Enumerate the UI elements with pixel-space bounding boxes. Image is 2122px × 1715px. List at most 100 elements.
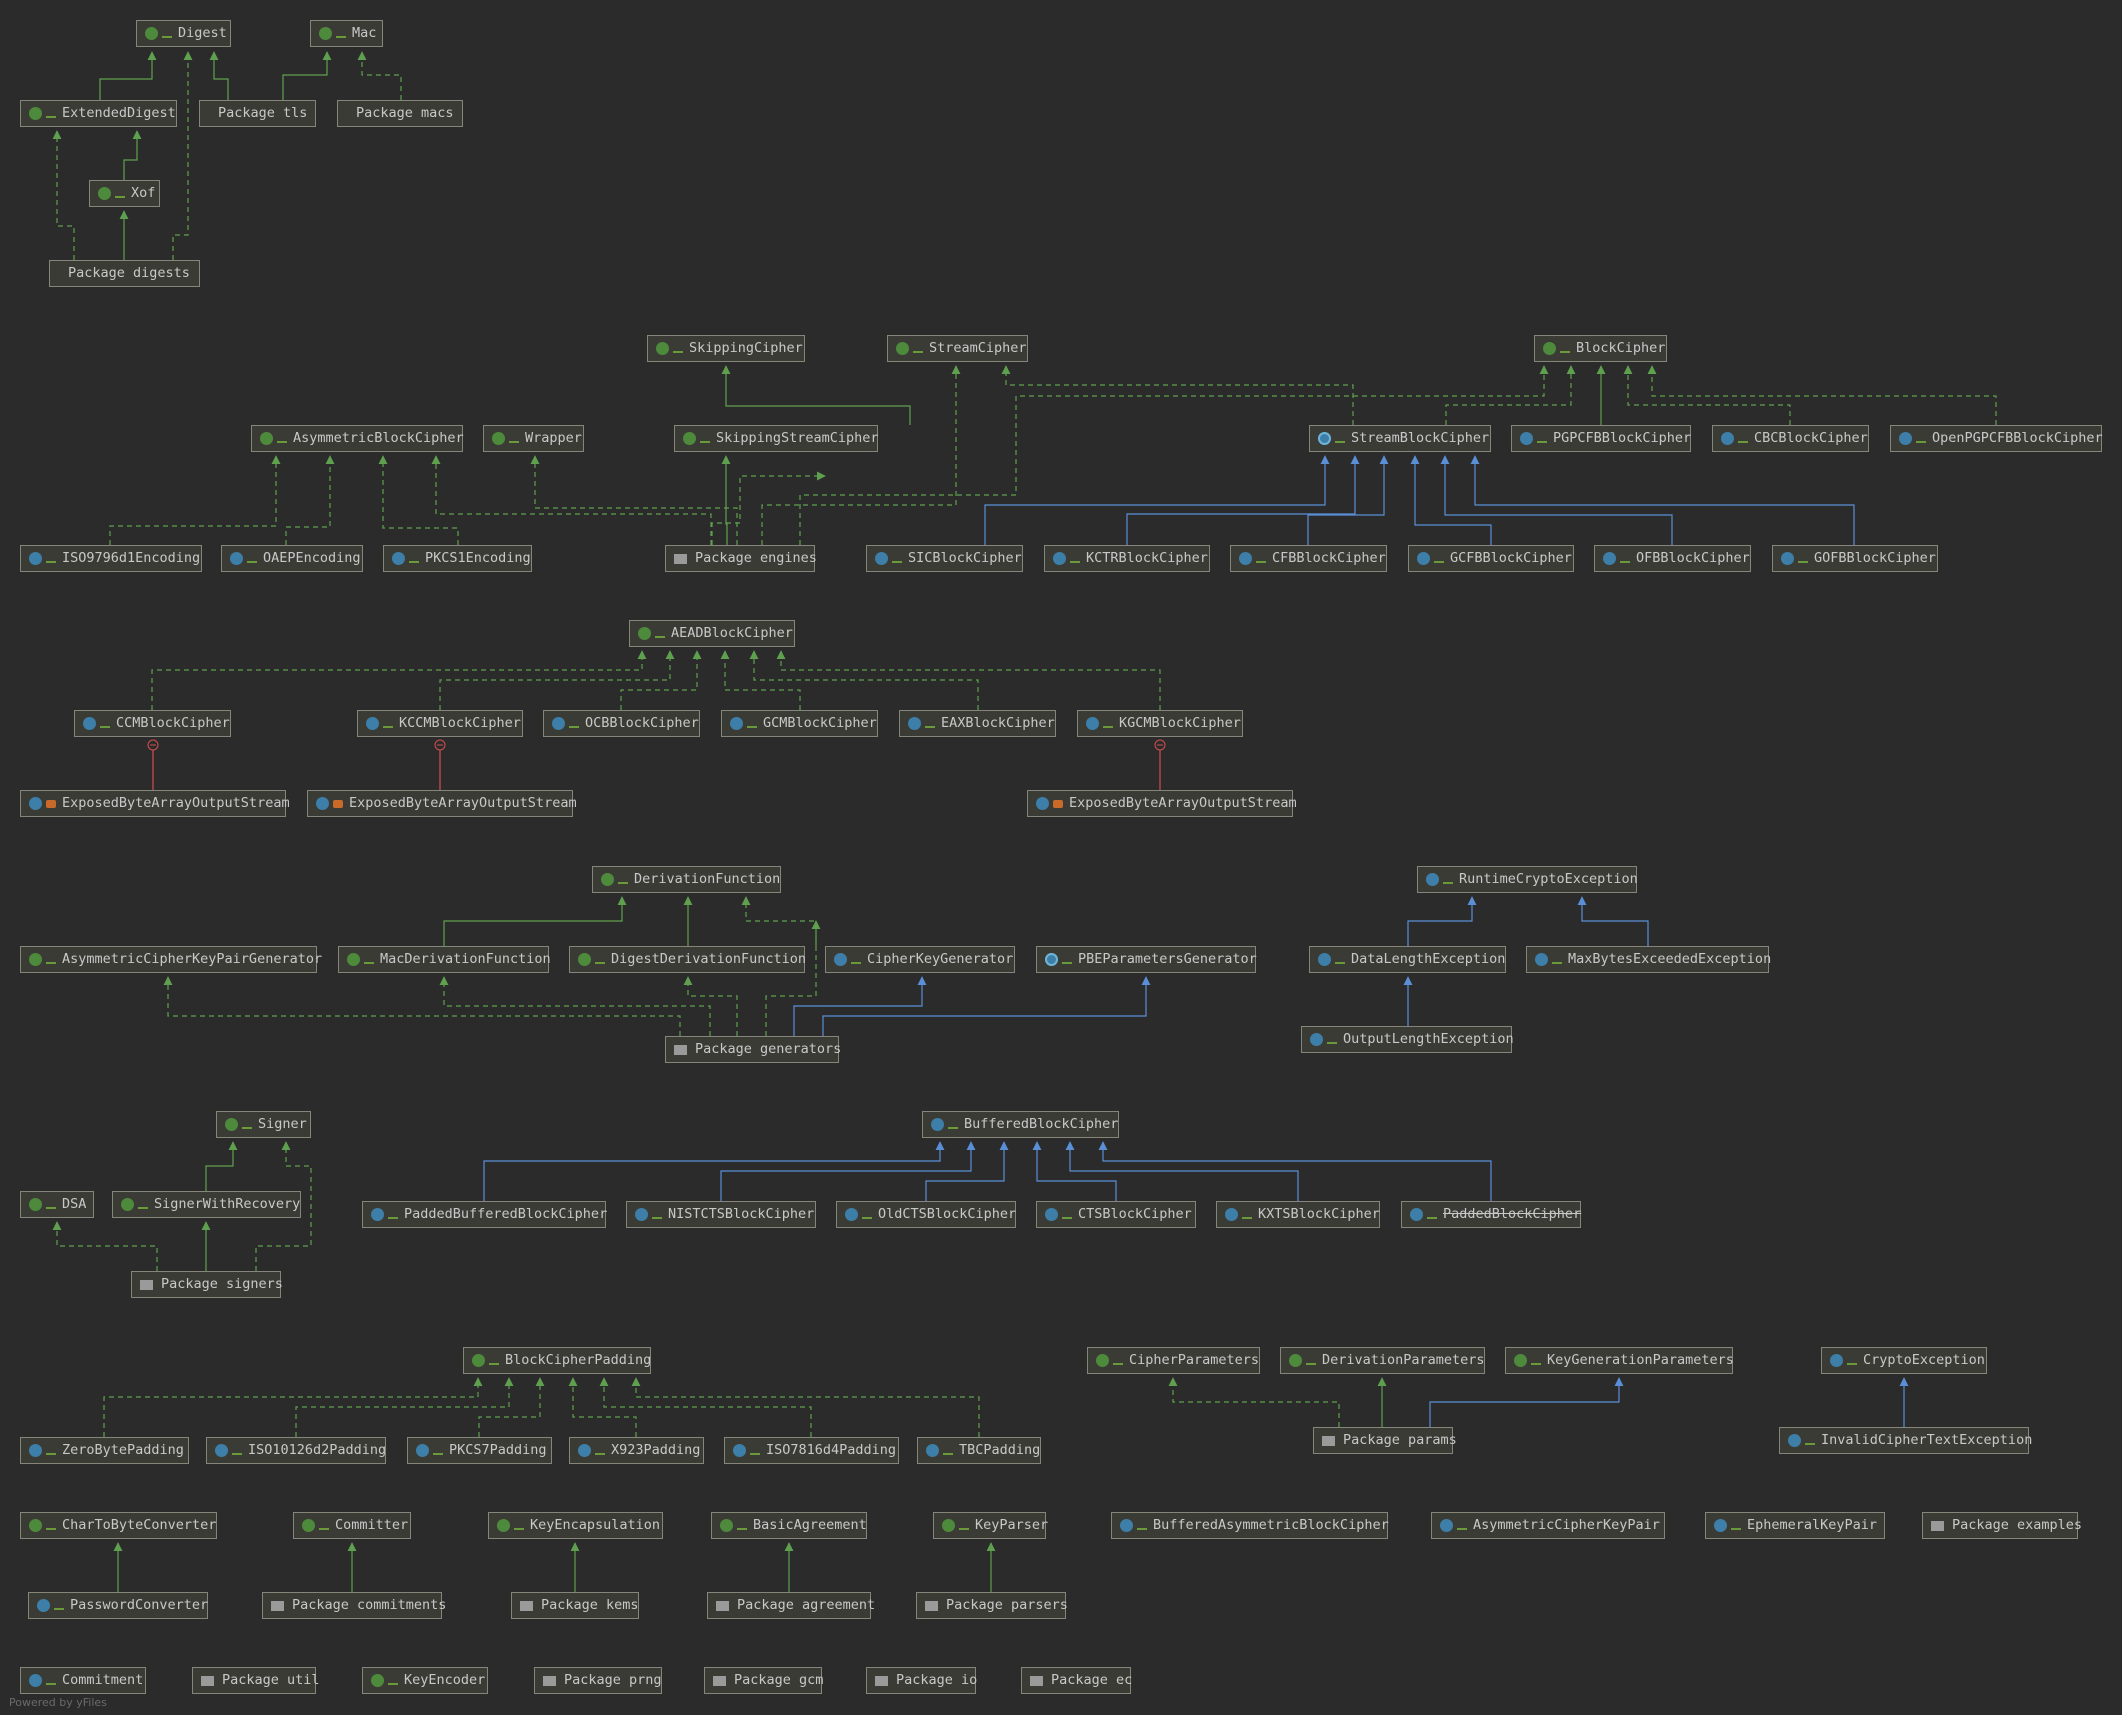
- node-eax-block-cipher[interactable]: EAXBlockCipher: [899, 710, 1056, 737]
- node-pkg-prng[interactable]: Package prng: [534, 1667, 662, 1694]
- node-crypto-exception[interactable]: CryptoException: [1821, 1347, 1987, 1374]
- node-data-length-exception[interactable]: DataLengthException: [1309, 946, 1506, 973]
- node-zero-byte-padding[interactable]: ZeroBytePadding: [20, 1437, 189, 1464]
- class-icon: [875, 552, 888, 565]
- node-mac-derivation-function[interactable]: MacDerivationFunction: [338, 946, 551, 973]
- node-cts-block-cipher[interactable]: CTSBlockCipher: [1036, 1201, 1196, 1228]
- node-gcm-block-cipher[interactable]: GCMBlockCipher: [721, 710, 878, 737]
- node-pkg-kems[interactable]: Package kems: [511, 1592, 639, 1619]
- node-commitment[interactable]: Commitment: [20, 1667, 146, 1694]
- node-cfb-block-cipher[interactable]: CFBBlockCipher: [1230, 545, 1387, 572]
- node-pkg-generators[interactable]: Package generators: [665, 1036, 841, 1063]
- node-nistcts-block-cipher[interactable]: NISTCTSBlockCipher: [626, 1201, 816, 1228]
- node-signer[interactable]: Signer: [216, 1111, 311, 1138]
- node-pkg-engines[interactable]: Package engines: [665, 545, 817, 572]
- node-iso10126d2-padding[interactable]: ISO10126d2Padding: [206, 1437, 386, 1464]
- node-pkg-parsers[interactable]: Package parsers: [916, 1592, 1068, 1619]
- node-kctr-block-cipher[interactable]: KCTRBlockCipher: [1044, 545, 1210, 572]
- node-signer-with-recovery[interactable]: SignerWithRecovery: [112, 1191, 301, 1218]
- node-pkg-tls[interactable]: Package tls: [199, 100, 316, 127]
- node-asymmetric-cipher-key-pair-generator[interactable]: AsymmetricCipherKeyPairGenerator: [20, 946, 322, 973]
- node-tbc-padding[interactable]: TBCPadding: [917, 1437, 1041, 1464]
- node-kccm-block-cipher[interactable]: KCCMBlockCipher: [357, 710, 523, 737]
- node-pkg-agreement[interactable]: Package agreement: [707, 1592, 875, 1619]
- node-xof[interactable]: Xof: [89, 180, 160, 207]
- node-gofb-block-cipher[interactable]: GOFBBlockCipher: [1772, 545, 1938, 572]
- node-buffered-asymmetric-block-cipher[interactable]: BufferedAsymmetricBlockCipher: [1111, 1512, 1389, 1539]
- node-pkg-ec[interactable]: Package ec: [1021, 1667, 1132, 1694]
- node-pkcs7-padding[interactable]: PKCS7Padding: [407, 1437, 552, 1464]
- node-ccm-block-cipher[interactable]: CCMBlockCipher: [74, 710, 231, 737]
- node-stream-block-cipher[interactable]: StreamBlockCipher: [1309, 425, 1491, 452]
- node-derivation-parameters[interactable]: DerivationParameters: [1280, 1347, 1485, 1374]
- node-skipping-stream-cipher[interactable]: SkippingStreamCipher: [674, 425, 879, 452]
- node-key-encoder[interactable]: KeyEncoder: [362, 1667, 488, 1694]
- node-pkg-signers[interactable]: Package signers: [131, 1271, 283, 1298]
- node-pkg-util[interactable]: Package util: [192, 1667, 320, 1694]
- node-password-converter[interactable]: PasswordConverter: [28, 1592, 208, 1619]
- node-key-parser[interactable]: KeyParser: [933, 1512, 1048, 1539]
- node-exposed-baos-1[interactable]: ExposedByteArrayOutputStream: [20, 790, 290, 817]
- node-pkg-digests[interactable]: Package digests: [49, 260, 200, 287]
- public-visibility-icon: [1327, 1036, 1337, 1044]
- node-iso7816d4-padding[interactable]: ISO7816d4Padding: [724, 1437, 899, 1464]
- public-visibility-icon: [595, 1447, 605, 1455]
- node-dsa[interactable]: DSA: [20, 1191, 94, 1218]
- node-wrapper[interactable]: Wrapper: [483, 425, 584, 452]
- node-pkg-commitments[interactable]: Package commitments: [262, 1592, 446, 1619]
- node-pkg-io[interactable]: Package io: [866, 1667, 977, 1694]
- node-pkg-examples[interactable]: Package examples: [1922, 1512, 2082, 1539]
- node-aead-block-cipher[interactable]: AEADBlockCipher: [629, 620, 795, 647]
- node-max-bytes-exceeded-exception[interactable]: MaxBytesExceededException: [1526, 946, 1771, 973]
- public-visibility-icon: [1805, 1437, 1815, 1445]
- implements-edge: [282, 51, 332, 100]
- node-block-cipher[interactable]: BlockCipher: [1534, 335, 1667, 362]
- node-cbc-block-cipher[interactable]: CBCBlockCipher: [1712, 425, 1869, 452]
- node-ocb-block-cipher[interactable]: OCBBlockCipher: [543, 710, 700, 737]
- node-key-generation-parameters[interactable]: KeyGenerationParameters: [1505, 1347, 1734, 1374]
- node-asymmetric-block-cipher[interactable]: AsymmetricBlockCipher: [251, 425, 464, 452]
- node-digest[interactable]: Digest: [136, 20, 231, 47]
- node-cipher-key-generator[interactable]: CipherKeyGenerator: [825, 946, 1015, 973]
- node-label: KeyEncapsulation: [530, 1517, 661, 1533]
- node-padded-block-cipher[interactable]: PaddedBlockCipher: [1401, 1201, 1581, 1228]
- node-stream-cipher[interactable]: StreamCipher: [887, 335, 1028, 362]
- node-key-encapsulation[interactable]: KeyEncapsulation: [488, 1512, 663, 1539]
- node-pkg-params[interactable]: Package params: [1313, 1427, 1457, 1454]
- node-openpgpcfb-block-cipher[interactable]: OpenPGPCFBBlockCipher: [1890, 425, 2103, 452]
- node-asymmetric-cipher-key-pair[interactable]: AsymmetricCipherKeyPair: [1431, 1512, 1665, 1539]
- node-pkg-macs[interactable]: Package macs: [337, 100, 463, 127]
- node-block-cipher-padding[interactable]: BlockCipherPadding: [463, 1347, 651, 1374]
- node-sic-block-cipher[interactable]: SICBlockCipher: [866, 545, 1023, 572]
- node-pkg-gcm[interactable]: Package gcm: [704, 1667, 823, 1694]
- node-x923-padding[interactable]: X923Padding: [569, 1437, 704, 1464]
- node-derivation-function[interactable]: DerivationFunction: [592, 866, 781, 893]
- node-mac[interactable]: Mac: [310, 20, 383, 47]
- node-exposed-baos-3[interactable]: ExposedByteArrayOutputStream: [1027, 790, 1297, 817]
- node-cipher-parameters[interactable]: CipherParameters: [1087, 1347, 1260, 1374]
- node-skipping-cipher[interactable]: SkippingCipher: [647, 335, 805, 362]
- node-char-to-byte-converter[interactable]: CharToByteConverter: [20, 1512, 217, 1539]
- public-visibility-icon: [1242, 1211, 1252, 1219]
- node-ephemeral-key-pair[interactable]: EphemeralKeyPair: [1705, 1512, 1885, 1539]
- node-runtime-crypto-exception[interactable]: RuntimeCryptoException: [1417, 866, 1638, 893]
- node-ofb-block-cipher[interactable]: OFBBlockCipher: [1594, 545, 1751, 572]
- node-digest-derivation-function[interactable]: DigestDerivationFunction: [569, 946, 806, 973]
- node-extended-digest[interactable]: ExtendedDigest: [20, 100, 177, 127]
- node-oldcts-block-cipher[interactable]: OldCTSBlockCipher: [836, 1201, 1016, 1228]
- node-pbe-parameters-generator[interactable]: PBEParametersGenerator: [1036, 946, 1257, 973]
- node-padded-buffered-block-cipher[interactable]: PaddedBufferedBlockCipher: [362, 1201, 607, 1228]
- node-kxts-block-cipher[interactable]: KXTSBlockCipher: [1216, 1201, 1380, 1228]
- node-kgcm-block-cipher[interactable]: KGCMBlockCipher: [1077, 710, 1243, 737]
- node-pkcs1-encoding[interactable]: PKCS1Encoding: [383, 545, 532, 572]
- node-buffered-block-cipher[interactable]: BufferedBlockCipher: [922, 1111, 1119, 1138]
- node-gcfb-block-cipher[interactable]: GCFBBlockCipher: [1408, 545, 1574, 572]
- node-oaep-encoding[interactable]: OAEPEncoding: [221, 545, 363, 572]
- node-basic-agreement[interactable]: BasicAgreement: [711, 1512, 867, 1539]
- node-committer[interactable]: Committer: [293, 1512, 411, 1539]
- node-invalid-cipher-text-exception[interactable]: InvalidCipherTextException: [1779, 1427, 2032, 1454]
- node-output-length-exception[interactable]: OutputLengthException: [1301, 1026, 1514, 1053]
- node-iso9796d1-encoding[interactable]: ISO9796d1Encoding: [20, 545, 202, 572]
- node-pgpcfb-block-cipher[interactable]: PGPCFBBlockCipher: [1511, 425, 1691, 452]
- node-exposed-baos-2[interactable]: ExposedByteArrayOutputStream: [307, 790, 577, 817]
